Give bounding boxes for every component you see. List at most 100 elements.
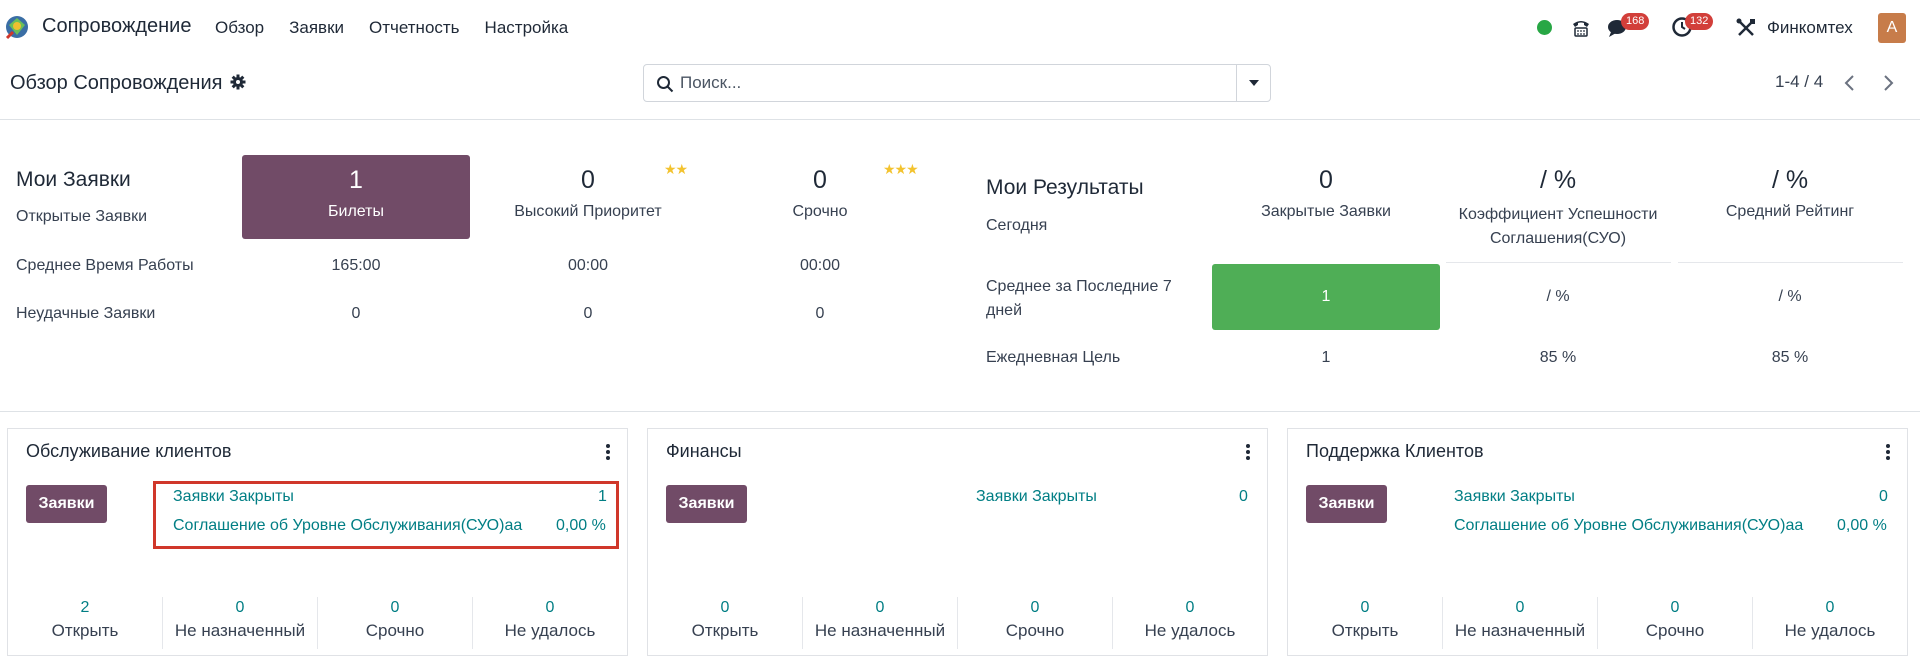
stat-urgent[interactable]: 0 Срочно	[1597, 597, 1752, 649]
stat-unassigned[interactable]: 0 Не назначенный	[162, 597, 317, 649]
stat-unassigned[interactable]: 0 Не назначенный	[802, 597, 957, 649]
app-logo-icon[interactable]	[3, 13, 33, 43]
stat-value: 0	[390, 599, 400, 616]
stat-label: Открыть	[1331, 621, 1399, 640]
urgent-count[interactable]: 0	[706, 166, 934, 195]
tickets-button[interactable]: Заявки	[26, 485, 107, 523]
search-icon	[657, 76, 674, 93]
avg-rating-label: Средний Рейтинг	[1725, 203, 1855, 220]
stat-label: Не удалось	[1144, 621, 1236, 640]
team-stats-footer: 0 Открыть 0 Не назначенный 0 Срочно 0 Не уда…	[1288, 597, 1907, 649]
top-navbar: Сопровождение Обзор Заявки Отчетность На…	[0, 0, 1920, 56]
stat-value: 0	[545, 599, 555, 616]
rating-today-value: / %	[1771, 166, 1809, 194]
sla-success-label: Коэффициент Успешности Соглашения(СУО)	[1458, 206, 1658, 247]
tickets-count[interactable]: 1	[242, 166, 470, 195]
company-switcher[interactable]: Финкомтех	[1767, 18, 1853, 38]
high-priority-failed: 0	[583, 305, 593, 322]
messages-count-badge: 168	[1621, 13, 1650, 30]
user-avatar[interactable]: A	[1878, 13, 1906, 43]
sla-today-value: / %	[1539, 166, 1577, 194]
my-results-title: Мои Результаты	[986, 176, 1144, 199]
team-name[interactable]: Поддержка Клиентов	[1306, 441, 1484, 462]
pager-value[interactable]: 1-4 / 4	[1775, 72, 1823, 92]
app-name[interactable]: Сопровождение	[42, 15, 191, 38]
tickets-failed: 0	[351, 305, 361, 322]
avg7-label: Среднее за Последние 7 дней	[986, 278, 1172, 319]
daily-goal-label: Ежедневная Цель	[986, 349, 1121, 366]
menu-item-overview[interactable]: Обзор	[215, 18, 264, 38]
team-name[interactable]: Финансы	[666, 441, 742, 462]
stat-label: Не назначенный	[174, 621, 306, 640]
open-tickets-label: Открытые Заявки	[16, 208, 148, 225]
menu-item-reporting[interactable]: Отчетность	[369, 18, 460, 38]
divider	[1446, 262, 1671, 263]
closed-tickets-value[interactable]: 0	[1879, 488, 1888, 506]
caret-down-icon	[1248, 80, 1259, 86]
stat-label: Срочно	[1005, 621, 1065, 640]
my-tickets-title: Мои Заявки	[16, 168, 131, 191]
presence-status-dot[interactable]	[1537, 20, 1552, 35]
stat-label: Не назначенный	[1454, 621, 1586, 640]
team-stats-footer: 0 Открыть 0 Не назначенный 0 Срочно 0 Не уда…	[648, 597, 1267, 649]
stat-unassigned[interactable]: 0 Не назначенный	[1442, 597, 1597, 649]
closed-tickets-link[interactable]: Заявки Закрыты	[976, 488, 1097, 506]
tickets-label[interactable]: Билеты	[242, 203, 470, 221]
sla-avg7-value: / %	[1546, 288, 1570, 305]
debug-tools-icon[interactable]	[1735, 17, 1757, 39]
search-bar	[643, 64, 1271, 102]
stat-value: 0	[1515, 599, 1525, 616]
sla-link[interactable]: Соглашение об Уровне Обслуживания(СУО)аа	[1454, 517, 1803, 535]
stat-failed[interactable]: 0 Не удалось	[1112, 597, 1267, 649]
sla-value[interactable]: 0,00 %	[1837, 517, 1887, 535]
tickets-button[interactable]: Заявки	[666, 485, 747, 523]
closed-tickets-value[interactable]: 0	[1239, 488, 1248, 506]
sla-link[interactable]: Соглашение об Уровне Обслуживания(СУО)аа	[173, 517, 522, 535]
stat-open[interactable]: 0 Открыть	[1288, 597, 1442, 649]
dashboard-stats: Мои Заявки Открытые Заявки Среднее Время…	[0, 121, 1920, 412]
stat-open[interactable]: 2 Открыть	[8, 597, 162, 649]
chevron-right-icon[interactable]	[1878, 72, 1898, 94]
today-label: Сегодня	[986, 217, 1048, 234]
phone-icon[interactable]	[1570, 16, 1592, 38]
menu-item-tickets[interactable]: Заявки	[289, 18, 344, 38]
sla-value[interactable]: 0,00 %	[556, 517, 606, 535]
stat-value: 0	[235, 599, 245, 616]
stat-label: Не назначенный	[814, 621, 946, 640]
closed-avg7-value[interactable]: 1	[1212, 288, 1440, 306]
urgent-label[interactable]: Срочно	[706, 203, 934, 221]
urgent-failed: 0	[815, 305, 825, 322]
stat-value: 0	[1670, 599, 1680, 616]
kebab-menu-icon[interactable]	[1245, 443, 1251, 461]
stat-failed[interactable]: 0 Не удалось	[1752, 597, 1907, 649]
stat-failed[interactable]: 0 Не удалось	[472, 597, 627, 649]
menu-item-settings[interactable]: Настройка	[485, 18, 569, 38]
stat-urgent[interactable]: 0 Срочно	[957, 597, 1112, 649]
stat-value: 0	[1185, 599, 1195, 616]
stat-urgent[interactable]: 0 Срочно	[317, 597, 472, 649]
gear-icon[interactable]	[230, 74, 246, 90]
closed-tickets-link[interactable]: Заявки Закрыты	[1454, 488, 1575, 506]
kebab-menu-icon[interactable]	[605, 443, 611, 461]
closed-tickets-value[interactable]: 1	[598, 488, 607, 506]
stat-label: Не удалось	[1784, 621, 1876, 640]
closed-goal-value: 1	[1321, 349, 1331, 366]
team-name[interactable]: Обслуживание клиентов	[26, 441, 232, 462]
rating-goal-value: 85 %	[1771, 349, 1809, 366]
closed-tickets-link[interactable]: Заявки Закрыты	[173, 488, 294, 506]
chevron-left-icon[interactable]	[1840, 72, 1860, 94]
sla-goal-value: 85 %	[1539, 349, 1577, 366]
failed-tickets-label: Неудачные Заявки	[16, 305, 156, 322]
kebab-menu-icon[interactable]	[1885, 443, 1891, 461]
page-title: Обзор Сопровождения	[10, 72, 223, 94]
tickets-button[interactable]: Заявки	[1306, 485, 1387, 523]
high-priority-label[interactable]: Высокий Приоритет	[474, 203, 702, 221]
rating-avg7-value: / %	[1778, 288, 1802, 305]
search-options-toggle[interactable]	[1236, 65, 1270, 101]
search-input[interactable]	[680, 65, 1220, 101]
high-priority-count[interactable]: 0	[474, 166, 702, 195]
tickets-avg-time: 165:00	[331, 257, 381, 274]
stat-open[interactable]: 0 Открыть	[648, 597, 802, 649]
avg-work-time-label: Среднее Время Работы	[16, 257, 194, 274]
control-panel: Обзор Сопровождения 1-4 / 4	[0, 56, 1920, 120]
